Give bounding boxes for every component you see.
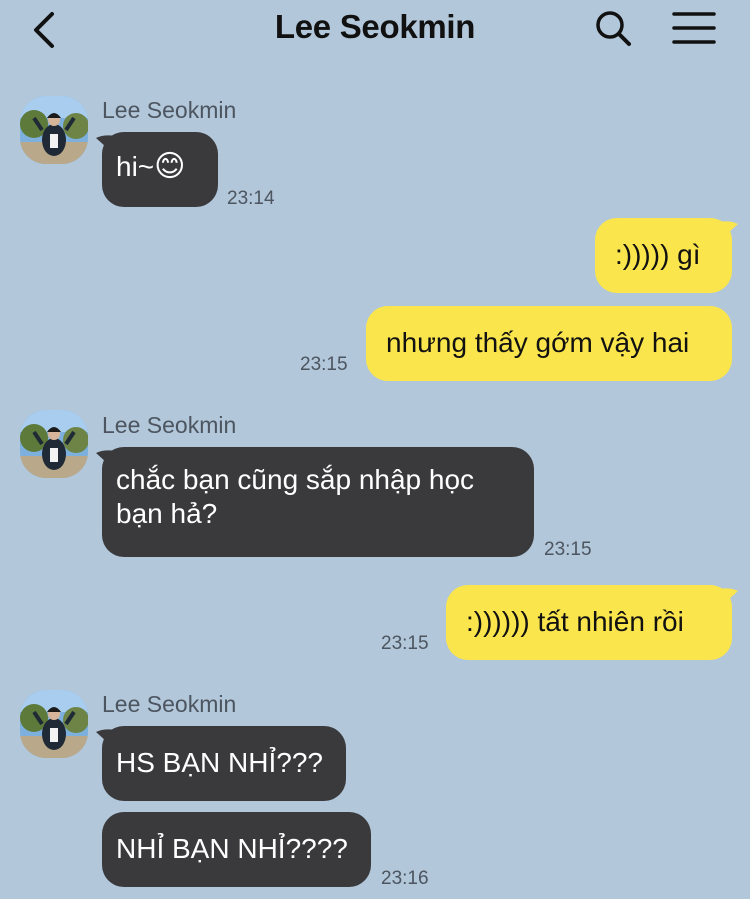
message-bubble[interactable]: :)))))) tất nhiên rồi — [446, 585, 732, 660]
message-time: 23:14 — [227, 188, 275, 209]
message-bubble[interactable]: :))))) gì — [595, 218, 732, 293]
avatar[interactable] — [20, 96, 88, 164]
hamburger-menu-icon — [672, 12, 716, 44]
avatar-photo — [20, 96, 88, 164]
chat-header: Lee Seokmin — [0, 0, 750, 60]
avatar-photo — [20, 410, 88, 478]
message-text: hi~ — [116, 151, 155, 182]
message-bubble[interactable]: HS BẠN NHỈ??? — [102, 726, 346, 801]
message-text: nhưng thấy gớm vậy hai — [386, 327, 690, 358]
message-text: :)))))) tất nhiên rồi — [466, 606, 684, 637]
chat-screen: Lee Seokmin Lee Seokmin hi~😊 23:14:))))… — [0, 0, 750, 899]
search-button[interactable] — [592, 8, 636, 48]
sender-name: Lee Seokmin — [102, 412, 237, 438]
message-time: 23:15 — [544, 539, 592, 560]
message-bubble[interactable]: nhưng thấy gớm vậy hai — [366, 306, 732, 381]
message-bubble[interactable]: hi~😊 — [102, 132, 218, 207]
chat-title: Lee Seokmin — [274, 8, 476, 45]
message-text: HS BẠN NHỈ??? — [116, 747, 323, 778]
message-text: NHỈ BẠN NHỈ???? — [116, 833, 348, 864]
avatar[interactable] — [20, 410, 88, 478]
message-text: chắc bạn cũng sắp nhập học bạn hả? — [116, 464, 475, 529]
message-time: 23:16 — [381, 868, 429, 889]
smile-emoji: 😊 — [154, 150, 186, 183]
message-bubble[interactable]: chắc bạn cũng sắp nhập học bạn hả? — [102, 447, 534, 557]
avatar-photo — [20, 690, 88, 758]
sender-name: Lee Seokmin — [102, 97, 237, 123]
bubble-tail — [718, 588, 738, 609]
avatar[interactable] — [20, 690, 88, 758]
message-text: :))))) gì — [615, 239, 701, 270]
search-icon — [596, 11, 631, 46]
message-bubble[interactable]: NHỈ BẠN NHỈ???? — [102, 812, 371, 887]
sender-name: Lee Seokmin — [102, 691, 237, 717]
message-time: 23:15 — [300, 354, 348, 375]
menu-button[interactable] — [670, 10, 718, 46]
bubble-tail — [718, 221, 738, 242]
message-time: 23:15 — [381, 633, 429, 654]
